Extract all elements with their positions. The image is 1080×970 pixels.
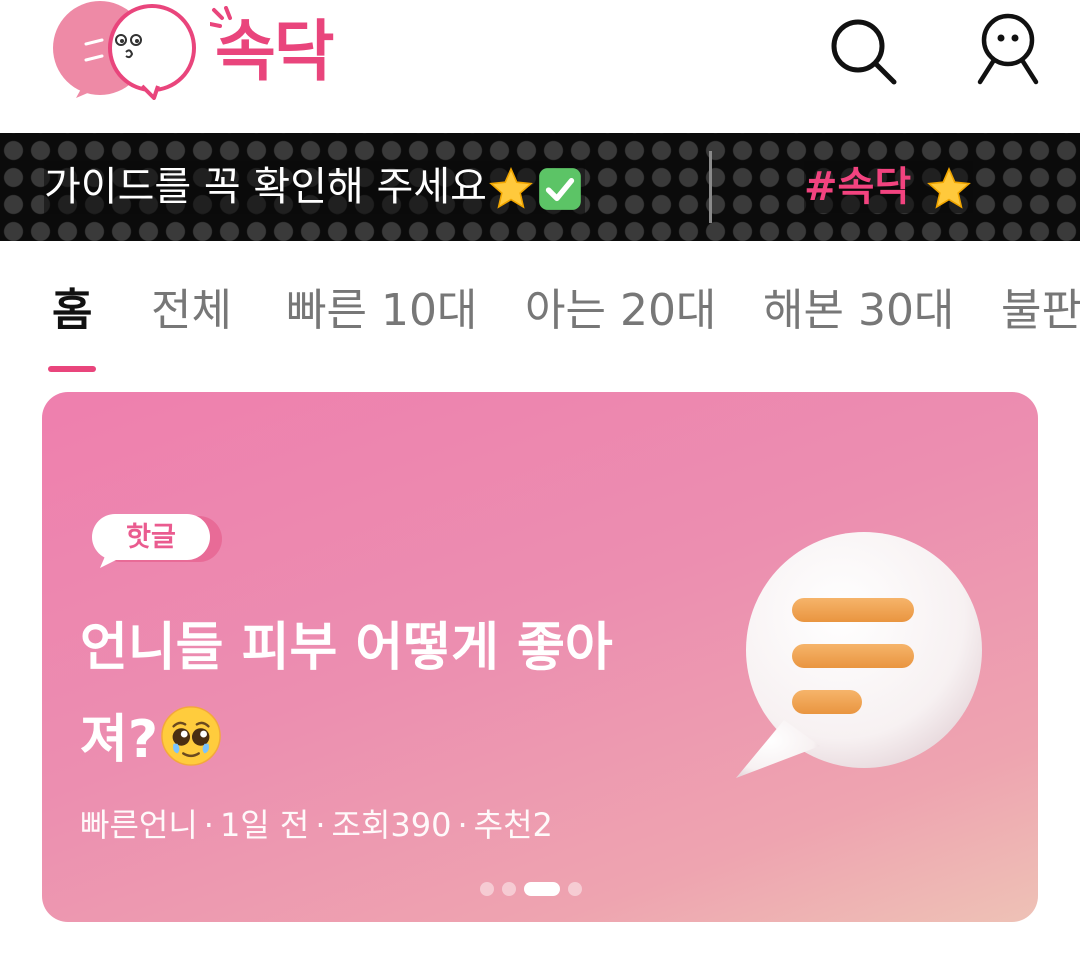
tab-twenties[interactable]: 아는 20대	[525, 283, 716, 339]
star-icon	[489, 167, 533, 209]
chat-bubble-icon	[736, 532, 982, 778]
meta-separator: ·	[457, 806, 468, 844]
app-header: 속닥	[0, 0, 1080, 133]
hot-post-card[interactable]: 핫글 언니들 피부 어떻게 좋아 져? 빠른언니 · 1일 전 · 조회390 · 추천2	[42, 392, 1038, 922]
notice-marquee[interactable]: 가이드를 꼭 확인해 주세요 #속닥	[0, 133, 1080, 241]
hot-badge-label: 핫글	[126, 522, 176, 553]
tab-all[interactable]: 전체	[151, 283, 232, 339]
post-title-line2: 져?	[80, 710, 159, 770]
pager-dot[interactable]	[480, 881, 494, 896]
category-tabs: 홈 전체 빠른 10대 아는 20대 해본 30대 불판	[0, 241, 1080, 376]
pager-dot[interactable]	[502, 881, 516, 896]
tab-thirties[interactable]: 해본 30대	[763, 283, 954, 339]
marquee-notice-text: 가이드를 꼭 확인해 주세요	[44, 164, 487, 210]
post-title-line1: 언니들 피부 어떻게 좋아	[80, 618, 613, 678]
post-time: 1일 전	[219, 806, 310, 844]
hot-badge: 핫글	[92, 514, 222, 570]
pager-dot-active[interactable]	[524, 881, 560, 896]
star-icon	[927, 167, 971, 209]
marquee-hashtag: #속닥	[804, 161, 974, 213]
post-likes: 추천2	[473, 806, 553, 844]
post-title-line2-wrap: 져?	[80, 694, 720, 786]
pager-dot[interactable]	[568, 881, 582, 896]
meta-separator: ·	[203, 806, 214, 844]
marquee-hashtag-text: #속닥	[804, 164, 912, 210]
search-icon[interactable]	[826, 14, 902, 90]
meta-separator: ·	[315, 806, 326, 844]
app-logo-text[interactable]: 속닥	[215, 12, 334, 92]
tab-teens[interactable]: 빠른 10대	[286, 283, 477, 339]
profile-icon[interactable]	[970, 10, 1046, 90]
tab-hot-topics[interactable]: 불판	[1001, 283, 1080, 339]
pleading-face-icon	[161, 706, 221, 766]
marquee-divider	[709, 151, 712, 223]
tab-home[interactable]: 홈	[52, 283, 92, 339]
post-meta: 빠른언니 · 1일 전 · 조회390 · 추천2	[80, 800, 553, 846]
marquee-notice: 가이드를 꼭 확인해 주세요	[44, 161, 585, 214]
post-author: 빠른언니	[80, 806, 198, 844]
active-tab-indicator	[48, 366, 96, 372]
post-title[interactable]: 언니들 피부 어떻게 좋아 져?	[80, 602, 720, 786]
carousel-pager	[480, 878, 590, 896]
logo-mascot-icon[interactable]	[46, 0, 202, 100]
post-views: 조회390	[331, 806, 452, 844]
check-mark-icon	[539, 168, 581, 210]
